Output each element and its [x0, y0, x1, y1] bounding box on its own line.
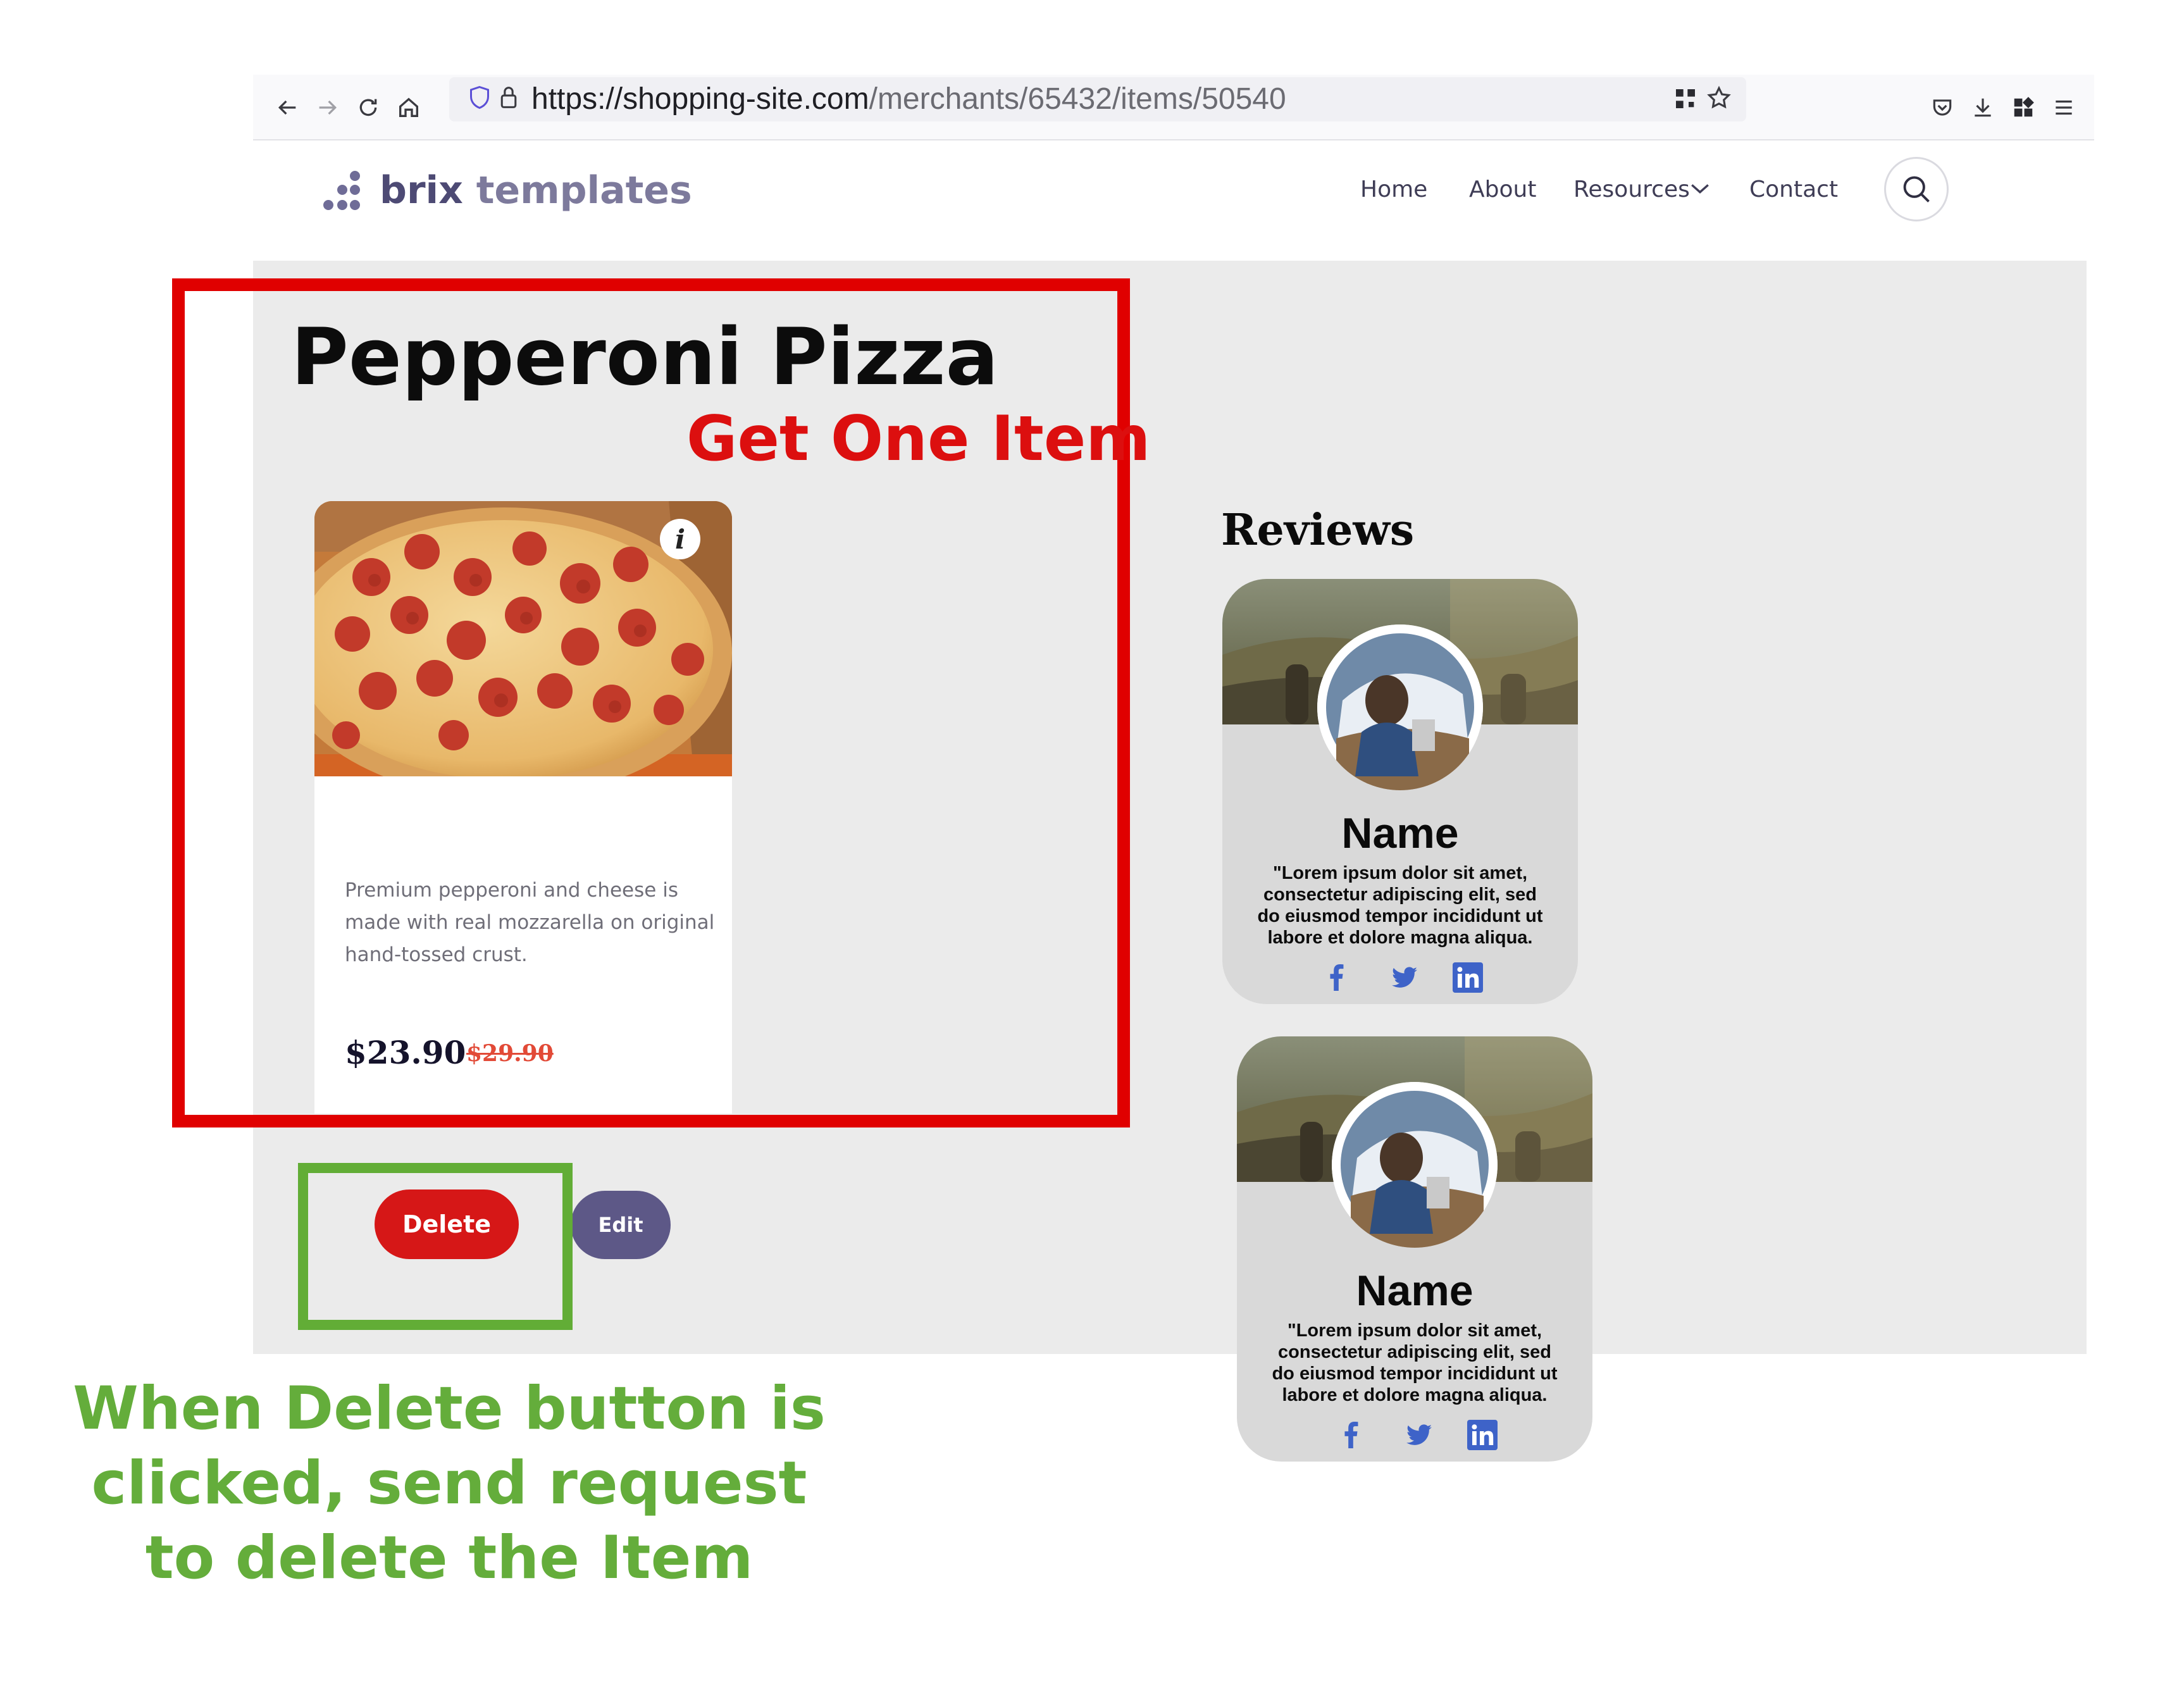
menu-icon[interactable]	[2045, 89, 2083, 127]
back-icon[interactable]	[268, 89, 306, 127]
get-item-annotation-label: Get One Item	[686, 403, 1151, 475]
lock-icon[interactable]	[499, 85, 519, 113]
bookmark-star-icon[interactable]	[1706, 85, 1732, 114]
logo-secondary-text: templates	[476, 168, 692, 213]
reload-icon[interactable]	[349, 89, 387, 127]
twitter-icon[interactable]	[1400, 1416, 1438, 1454]
address-bar[interactable]: https://shopping-site.com/merchants/6543…	[449, 77, 1746, 121]
nav-resources[interactable]: Resources	[1573, 172, 1690, 208]
review-text: "Lorem ipsum dolor sit amet, consectetur…	[1257, 863, 1543, 948]
review-card[interactable]: Name "Lorem ipsum dolor sit amet, consec…	[1222, 579, 1578, 1004]
logo-icon[interactable]	[320, 170, 370, 215]
shield-icon[interactable]	[468, 85, 491, 113]
edit-button[interactable]: Edit	[571, 1191, 671, 1259]
search-button[interactable]	[1884, 157, 1949, 221]
review-text: "Lorem ipsum dolor sit amet, consectetur…	[1272, 1320, 1558, 1405]
forward-icon[interactable]	[309, 89, 347, 127]
logo-primary-text: brix	[380, 168, 463, 213]
delete-annotation-label: When Delete button is clicked, send requ…	[73, 1374, 826, 1593]
linkedin-icon[interactable]	[1463, 1416, 1501, 1454]
reviewer-avatar	[1332, 1082, 1498, 1248]
twitter-icon[interactable]	[1386, 959, 1424, 997]
extensions-icon[interactable]	[2004, 89, 2042, 127]
search-icon	[1903, 176, 1930, 202]
logo-wordmark[interactable]: brix templates	[380, 163, 692, 218]
nav-about[interactable]: About	[1469, 172, 1536, 208]
facebook-icon[interactable]	[1332, 1416, 1370, 1454]
url-path: /merchants/65432/items/50540	[869, 82, 1286, 116]
reviewer-avatar	[1317, 624, 1483, 790]
url-host: https://shopping-site.com	[531, 82, 869, 116]
nav-contact[interactable]: Contact	[1749, 172, 1838, 208]
browser-toolbar: https://shopping-site.com/merchants/6543…	[253, 75, 2094, 140]
pocket-icon[interactable]	[1923, 89, 1961, 127]
nav-home[interactable]: Home	[1360, 172, 1427, 208]
download-icon[interactable]	[1964, 89, 2002, 127]
chevron-down-icon[interactable]	[1689, 181, 1711, 199]
home-icon[interactable]	[390, 89, 428, 127]
linkedin-icon[interactable]	[1449, 959, 1487, 997]
delete-annotation-box	[298, 1163, 573, 1330]
reviews-heading: Reviews	[1221, 505, 1415, 556]
review-card[interactable]: Name "Lorem ipsum dolor sit amet, consec…	[1237, 1036, 1592, 1462]
reviewer-name: Name	[1356, 1267, 1474, 1315]
reviewer-name: Name	[1341, 809, 1459, 857]
url-text: https://shopping-site.com/merchants/6543…	[531, 80, 1286, 118]
facebook-icon[interactable]	[1317, 959, 1355, 997]
qr-code-icon[interactable]	[1673, 86, 1698, 114]
